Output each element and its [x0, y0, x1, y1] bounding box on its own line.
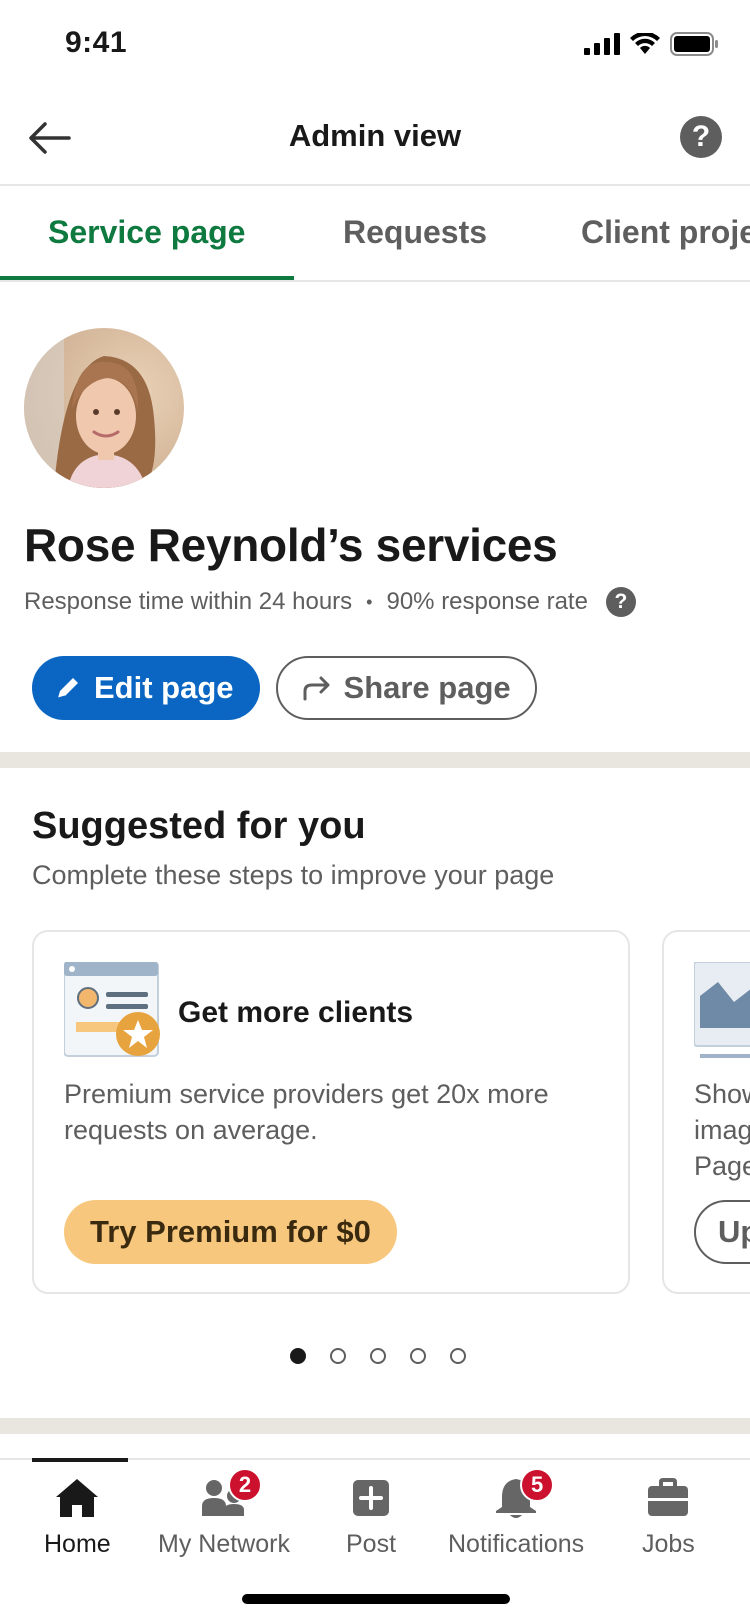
client-profile-illustration-icon — [64, 962, 160, 1057]
network-icon: 2 — [200, 1468, 262, 1522]
section-divider — [0, 752, 750, 768]
pencil-icon — [57, 678, 78, 699]
nav-label: Home — [44, 1530, 111, 1558]
status-icons — [584, 32, 718, 56]
nav-label: Jobs — [642, 1530, 695, 1558]
nav-label: Post — [346, 1530, 397, 1558]
edit-page-label: Edit page — [94, 670, 234, 705]
avatar[interactable] — [24, 328, 184, 488]
help-icon: ? — [691, 120, 711, 153]
pager-dot[interactable] — [410, 1348, 426, 1364]
profile-actions: Edit page Share page — [32, 656, 537, 720]
status-time: 9:41 — [65, 26, 128, 59]
share-page-button[interactable]: Share page — [275, 656, 537, 720]
active-tab-indicator — [0, 276, 294, 280]
meta-separator: • — [366, 591, 373, 612]
nav-jobs[interactable]: Jobs — [642, 1474, 695, 1559]
battery-icon — [670, 32, 718, 56]
pager-dot[interactable] — [370, 1348, 386, 1364]
suggestion-card-next[interactable]: Show imag Page Up — [662, 930, 750, 1294]
card-description: Premium service providers get 20x more r… — [64, 1079, 549, 1145]
tab-service-page[interactable]: Service page — [48, 214, 245, 251]
card-next-line: Page — [694, 1151, 750, 1181]
nav-my-network[interactable]: 2 My Network — [158, 1468, 290, 1559]
section-divider — [0, 1418, 750, 1434]
response-rate: 90% response rate — [386, 588, 588, 615]
card-title: Get more clients — [178, 996, 414, 1029]
briefcase-icon — [644, 1474, 692, 1522]
nav-badge: 5 — [520, 1468, 555, 1502]
upload-button[interactable]: Up — [694, 1200, 750, 1264]
response-help-icon[interactable]: ? — [605, 587, 636, 617]
response-meta: Response time within 24 hours • 90% resp… — [24, 587, 636, 617]
edit-page-button[interactable]: Edit page — [32, 656, 260, 720]
image-illustration-icon — [694, 962, 750, 1058]
signal-icon — [584, 33, 620, 55]
tab-requests[interactable]: Requests — [343, 214, 487, 251]
pager-dot[interactable] — [450, 1348, 466, 1364]
share-arrow-icon — [303, 676, 330, 701]
suggested-title: Suggested for you — [32, 805, 366, 847]
share-page-label: Share page — [343, 670, 511, 705]
card-next-text: Show imag Page — [694, 1076, 750, 1184]
pager-dot[interactable] — [290, 1348, 306, 1364]
card-next-line: Show — [694, 1079, 750, 1109]
bell-icon: 5 — [492, 1468, 555, 1522]
nav-post[interactable]: Post — [346, 1474, 396, 1559]
carousel-pager — [0, 1348, 750, 1364]
card-next-line: imag — [694, 1115, 750, 1145]
wifi-icon — [630, 33, 660, 54]
nav-label: Notifications — [448, 1530, 585, 1558]
page-title-header: Admin view — [288, 118, 462, 153]
home-indicator — [242, 1594, 510, 1604]
nav-badge: 2 — [227, 1468, 262, 1502]
avatar-photo — [24, 328, 184, 488]
services-title: Rose Reynold’s services — [24, 519, 558, 571]
nav-label: My Network — [158, 1530, 290, 1558]
nav-notifications[interactable]: 5 Notifications — [448, 1468, 585, 1559]
try-premium-button[interactable]: Try Premium for $0 — [64, 1200, 397, 1264]
help-button[interactable]: ? — [680, 116, 722, 158]
suggestion-card[interactable]: Get more clients Premium service provide… — [32, 930, 630, 1294]
pager-dot[interactable] — [330, 1348, 346, 1364]
tab-bar: Service page Requests Client proje — [0, 186, 750, 282]
home-icon — [53, 1474, 101, 1522]
nav-active-indicator — [32, 1458, 128, 1462]
app-header: Admin view ? — [0, 92, 750, 186]
nav-home[interactable]: Home — [44, 1474, 111, 1559]
status-bar: 9:41 — [0, 0, 750, 92]
response-time: Response time within 24 hours — [24, 588, 353, 615]
tab-client-projects[interactable]: Client proje — [581, 214, 750, 251]
suggested-subtitle: Complete these steps to improve your pag… — [32, 860, 555, 890]
post-icon — [347, 1474, 395, 1522]
